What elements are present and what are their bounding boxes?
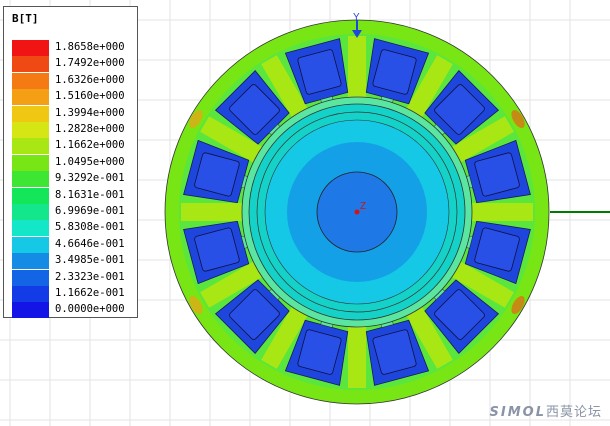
z-axis-label: Z [360, 201, 366, 212]
legend-value: 1.1662e-001 [55, 287, 125, 299]
motor-cross-section[interactable]: Z [164, 19, 550, 405]
origin-marker [354, 209, 360, 215]
watermark-suffix: 西莫论坛 [545, 405, 602, 420]
y-axis-label: Y [353, 12, 360, 23]
legend-value: 1.0495e+000 [55, 155, 125, 168]
legend-row: 3.4985e-001 [12, 253, 137, 270]
legend-row: 1.3994e+000 [12, 105, 137, 122]
saturation-hotspot [166, 202, 176, 222]
legend-value: 6.9969e-001 [55, 205, 125, 217]
legend-swatch [12, 253, 49, 270]
legend-row: 1.6326e+000 [12, 72, 137, 89]
legend-row: 9.3292e-001 [12, 171, 137, 188]
legend-swatch [12, 56, 49, 73]
legend-row: 0.0000e+000 [12, 302, 137, 319]
legend-row: 1.0495e+000 [12, 154, 137, 171]
legend-value: 9.3292e-001 [55, 172, 125, 185]
legend-swatch [12, 236, 49, 253]
saturation-hotspot [538, 202, 548, 222]
legend-row: 5.8308e-001 [12, 220, 137, 237]
legend-value: 3.4985e-001 [55, 254, 125, 267]
legend-row: 2.3323e-001 [12, 269, 137, 286]
legend-value: 1.2828e+000 [55, 123, 125, 135]
field-legend[interactable]: B[T] 1.8658e+000 1.7492e+000 1.6326e+000 1.… [3, 6, 138, 319]
legend-swatch [12, 138, 49, 155]
legend-value: 1.3994e+000 [55, 106, 125, 119]
legend-swatch [12, 220, 49, 237]
legend-value: 4.6646e-001 [55, 237, 125, 250]
watermark-brand: SIMOL [489, 405, 546, 420]
legend-value: 1.7492e+000 [55, 57, 125, 70]
legend-swatch [12, 171, 49, 188]
legend-row: 1.2828e+000 [12, 122, 137, 138]
legend-swatch [12, 302, 49, 319]
legend-row: 8.1631e-001 [12, 187, 137, 204]
legend-value: 1.5160e+000 [55, 90, 125, 103]
legend-row: 1.8658e+000 [12, 40, 137, 56]
legend-swatch [12, 89, 49, 106]
legend-value: 8.1631e-001 [55, 188, 125, 201]
legend-value: 1.6326e+000 [55, 73, 125, 86]
legend-value: 1.1662e+000 [55, 139, 125, 152]
legend-swatch [12, 105, 49, 122]
legend-value: 5.8308e-001 [55, 221, 125, 234]
legend-row: 6.9969e-001 [12, 204, 137, 220]
legend-row: 1.5160e+000 [12, 89, 137, 106]
legend-swatch [12, 154, 49, 171]
legend-swatch [12, 269, 49, 286]
legend-title: B[T] [12, 12, 39, 25]
legend-value: 2.3323e-001 [55, 270, 125, 283]
legend-swatch [12, 286, 49, 302]
forum-watermark: SIMOL西莫论坛 [490, 401, 603, 420]
legend-row: 1.1662e+000 [12, 138, 137, 155]
legend-row: 4.6646e-001 [12, 236, 137, 253]
legend-swatch [12, 204, 49, 220]
legend-value: 0.0000e+000 [55, 303, 125, 316]
legend-swatch [12, 40, 49, 56]
legend-swatch [12, 72, 49, 89]
legend-row: 1.1662e-001 [12, 286, 137, 302]
legend-swatch [12, 187, 49, 204]
legend-row: 1.7492e+000 [12, 56, 137, 73]
legend-swatch [12, 122, 49, 138]
legend-value: 1.8658e+000 [55, 41, 125, 53]
